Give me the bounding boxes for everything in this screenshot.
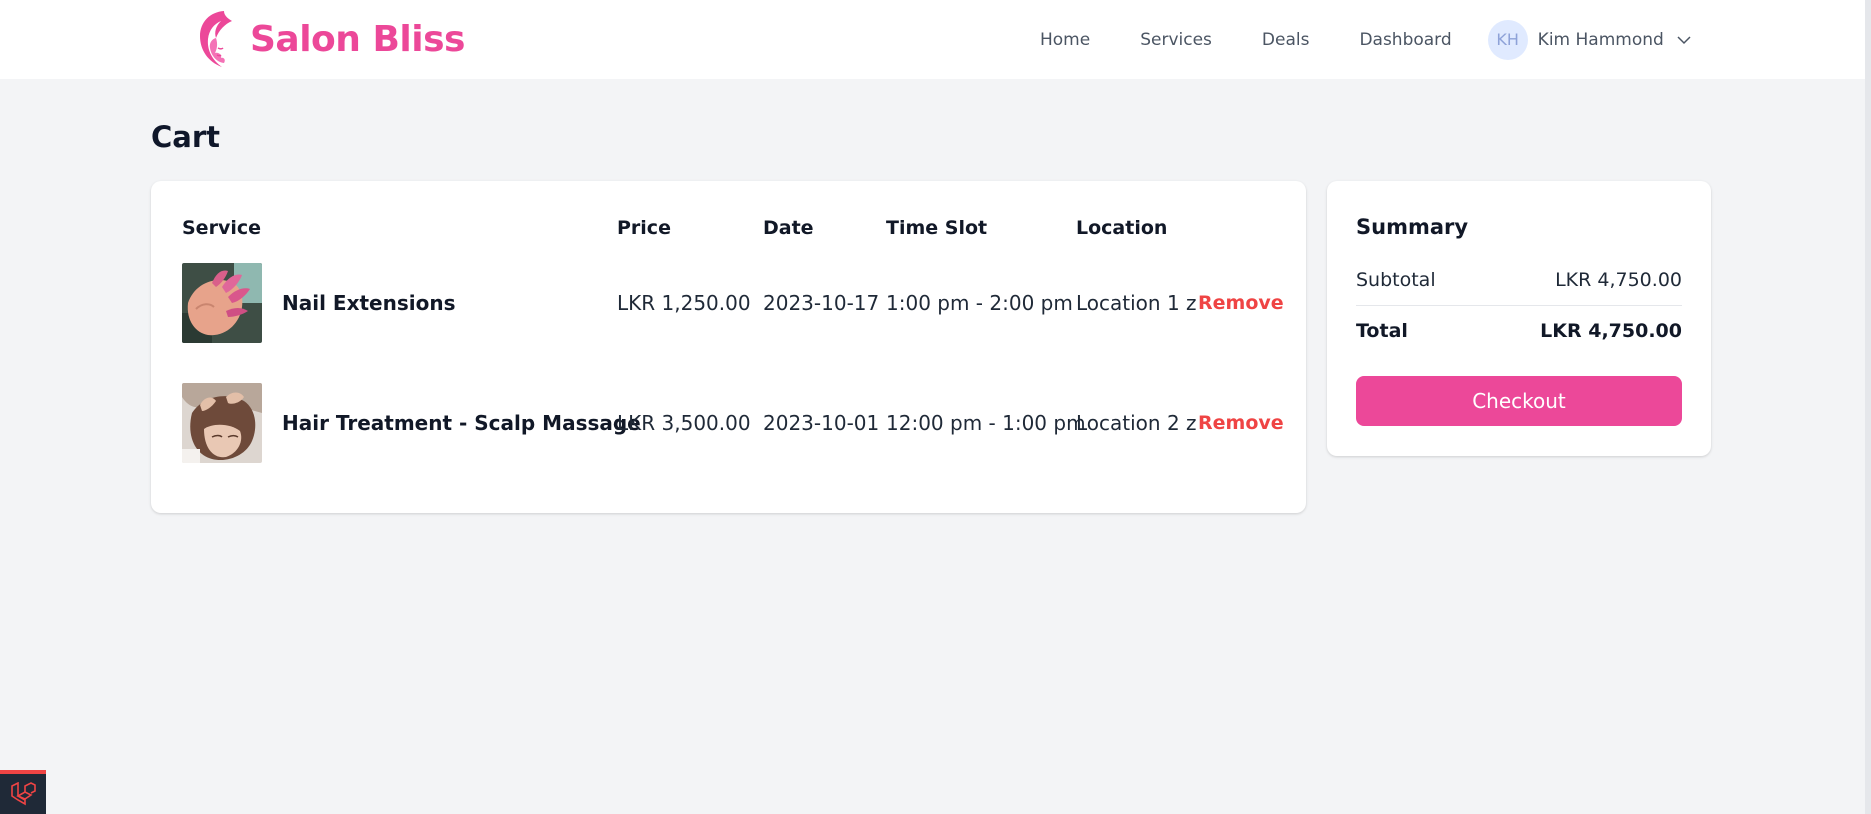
brand-name: Salon Bliss	[250, 18, 465, 60]
brand-link[interactable]: Salon Bliss	[186, 6, 465, 72]
user-name: Kim Hammond	[1537, 29, 1664, 50]
column-header-service: Service	[182, 217, 261, 239]
scrollbar[interactable]	[1865, 0, 1871, 814]
remove-button[interactable]: Remove	[1198, 383, 1284, 463]
service-date: 2023-10-17	[763, 291, 880, 315]
remove-button[interactable]: Remove	[1198, 263, 1284, 343]
column-header-price: Price	[617, 217, 671, 239]
total-value: LKR 4,750.00	[1540, 320, 1682, 342]
service-date: 2023-10-01	[763, 411, 880, 435]
salon-logo-icon	[200, 11, 232, 67]
checkout-button[interactable]: Checkout	[1356, 376, 1682, 426]
service-price: LKR 1,250.00	[617, 291, 751, 315]
nail-extensions-image	[182, 263, 262, 343]
avatar: KH	[1487, 19, 1528, 60]
service-name: Hair Treatment - Scalp Massage	[282, 411, 641, 435]
laravel-icon	[11, 782, 36, 806]
column-header-location: Location	[1076, 217, 1168, 239]
summary-title: Summary	[1356, 215, 1469, 239]
scalp-massage-image	[182, 383, 262, 463]
total-label: Total	[1356, 320, 1408, 342]
summary-divider	[1356, 305, 1682, 306]
nav-services[interactable]: Services	[1140, 30, 1212, 50]
user-menu[interactable]: KH Kim Hammond	[1487, 19, 1692, 60]
column-header-date: Date	[763, 217, 814, 239]
order-summary: Summary Subtotal LKR 4,750.00 Total LKR …	[1327, 181, 1711, 456]
table-row: Hair Treatment - Scalp Massage LKR 3,500…	[151, 383, 1306, 463]
top-navbar: Salon Bliss Home Services Deals Dashboar…	[0, 0, 1865, 79]
service-location: Location 2 z	[1076, 411, 1197, 435]
debugbar-toggle[interactable]	[0, 770, 46, 814]
nav-deals[interactable]: Deals	[1262, 30, 1310, 50]
service-time-slot: 1:00 pm - 2:00 pm	[886, 291, 1073, 315]
subtotal-value: LKR 4,750.00	[1555, 269, 1682, 291]
chevron-down-icon	[1677, 35, 1691, 44]
service-location: Location 1 z	[1076, 291, 1197, 315]
service-price: LKR 3,500.00	[617, 411, 751, 435]
nav-home[interactable]: Home	[1040, 30, 1090, 50]
nav-dashboard[interactable]: Dashboard	[1359, 30, 1451, 50]
service-time-slot: 12:00 pm - 1:00 pm	[886, 411, 1086, 435]
subtotal-label: Subtotal	[1356, 269, 1436, 291]
page-title: Cart	[151, 120, 221, 154]
main-nav: Home Services Deals Dashboard KH Kim Ham…	[1040, 0, 1692, 79]
subtotal-row: Subtotal LKR 4,750.00	[1356, 269, 1682, 291]
cart-table: Service Price Date Time Slot Location Na…	[151, 181, 1306, 513]
column-header-time-slot: Time Slot	[886, 217, 988, 239]
total-row: Total LKR 4,750.00	[1356, 320, 1682, 342]
table-row: Nail Extensions LKR 1,250.00 2023-10-17 …	[151, 263, 1306, 343]
service-name: Nail Extensions	[282, 291, 456, 315]
